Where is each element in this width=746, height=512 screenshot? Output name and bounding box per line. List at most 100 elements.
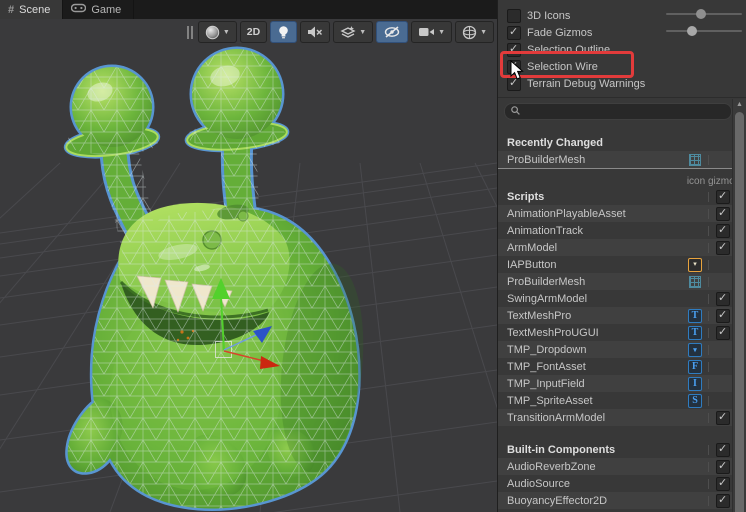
effects-dropdown-button[interactable]: ▼ xyxy=(333,21,374,43)
list-item[interactable]: TMP_Dropdown ▾ xyxy=(498,341,746,358)
recently-changed-header: Recently Changed xyxy=(507,137,603,149)
list-item[interactable]: TMP_FontAsset F xyxy=(498,358,746,375)
textmeshpro-icon[interactable]: T xyxy=(688,308,702,323)
probuilder-grid-icon[interactable] xyxy=(689,153,701,166)
3d-icons-size-slider[interactable] xyxy=(666,9,742,19)
list-item[interactable]: ProBuilderMesh xyxy=(498,273,746,290)
tab-scene[interactable]: # Scene xyxy=(0,0,64,19)
gizmo-checkbox[interactable] xyxy=(716,493,730,508)
gizmo-checkbox[interactable] xyxy=(716,206,730,221)
hidden-objects-toggle-button[interactable] xyxy=(376,21,409,43)
builtin-gizmo-all-checkbox[interactable] xyxy=(716,442,730,457)
textmeshpro-icon[interactable]: T xyxy=(688,325,702,340)
slider-thumb[interactable] xyxy=(687,26,697,36)
list-item[interactable]: ArmModel xyxy=(498,239,746,256)
2d-label: 2D xyxy=(246,26,261,38)
panel-scrollbar[interactable]: ▲ xyxy=(732,99,746,512)
3d-icons-checkbox[interactable] xyxy=(507,8,521,23)
tmp-fontasset-icon[interactable]: F xyxy=(688,359,702,374)
toolbar-drag-handle[interactable] xyxy=(186,25,194,39)
fade-gizmos-checkbox[interactable] xyxy=(507,25,521,40)
list-item-recent-probuildermesh[interactable]: ProBuilderMesh xyxy=(498,151,746,168)
section-divider xyxy=(498,97,746,98)
chevron-down-icon: ▼ xyxy=(359,28,367,36)
icon-column-label: icon xyxy=(686,175,706,187)
tab-game-label: Game xyxy=(91,3,122,16)
scroll-up-arrow-icon[interactable]: ▲ xyxy=(733,99,746,111)
gizmo-sphere-icon xyxy=(462,25,477,40)
list-item[interactable]: TransitionArmModel xyxy=(498,409,746,426)
gizmo-checkbox[interactable] xyxy=(716,325,730,340)
column-headers: icon gizmo xyxy=(498,174,746,188)
chevron-down-icon: ▼ xyxy=(480,28,487,36)
chevron-down-icon: ▼ xyxy=(222,28,230,36)
2d-toggle-button[interactable]: 2D xyxy=(239,21,268,43)
gizmo-checkbox[interactable] xyxy=(716,291,730,306)
option-selection-wire: Selection Wire xyxy=(498,58,746,75)
gizmos-panel: 3D Icons Fade Gizmos Selection Outline S… xyxy=(497,0,746,512)
fade-gizmos-slider[interactable] xyxy=(666,26,742,36)
list-item[interactable]: IAPButton ▾ xyxy=(498,256,746,273)
tmp-dropdown-icon[interactable]: ▾ xyxy=(688,342,702,357)
shaded-sphere-icon xyxy=(205,25,220,40)
list-item[interactable]: TMP_SpriteAsset S xyxy=(498,392,746,409)
option-label: 3D Icons xyxy=(527,9,571,22)
list-item[interactable]: TMP_InputField I xyxy=(498,375,746,392)
speaker-muted-icon xyxy=(307,25,323,39)
builtin-header-row: Built-in Components xyxy=(498,441,746,458)
slider-thumb[interactable] xyxy=(696,9,706,19)
gizmo-checkbox[interactable] xyxy=(716,410,730,425)
scene-view: # Scene Game ▼ 2D ▼ ▼ ▼ xyxy=(0,0,497,512)
selection-outline-checkbox[interactable] xyxy=(507,42,521,57)
option-selection-outline: Selection Outline xyxy=(498,41,746,58)
probuilder-grid-icon[interactable] xyxy=(689,275,701,288)
scrollbar-thumb[interactable] xyxy=(735,112,744,512)
camera-settings-button[interactable]: ▼ xyxy=(411,21,453,43)
gizmo-checkbox[interactable] xyxy=(716,459,730,474)
list-item[interactable]: AudioReverbZone xyxy=(498,458,746,475)
terrain-debug-warnings-checkbox[interactable] xyxy=(507,76,521,91)
scene-viewport[interactable] xyxy=(0,0,497,512)
tmp-inputfield-icon[interactable]: I xyxy=(688,376,702,391)
list-item[interactable]: AnimationTrack xyxy=(498,222,746,239)
gizmo-checkbox[interactable] xyxy=(716,476,730,491)
search-icon xyxy=(511,105,520,118)
unity-editor-window: # Scene Game ▼ 2D ▼ ▼ ▼ 3D Icons ✓ Fade … xyxy=(0,0,746,512)
selection-wire-checkbox[interactable] xyxy=(507,59,521,74)
list-item[interactable]: AnimationPlayableAsset xyxy=(498,205,746,222)
iap-button-icon[interactable]: ▾ xyxy=(688,257,702,272)
option-label: Terrain Debug Warnings xyxy=(527,77,646,90)
gamepad-icon xyxy=(71,3,87,16)
option-3d-icons: 3D Icons xyxy=(498,7,746,24)
row-label: ProBuilderMesh xyxy=(507,153,586,166)
lighting-toggle-button[interactable] xyxy=(270,21,298,43)
list-item[interactable]: BuoyancyEffector2D xyxy=(498,492,746,509)
column-divider xyxy=(708,154,709,165)
list-item[interactable]: SwingArmModel xyxy=(498,290,746,307)
gizmo-checkbox[interactable] xyxy=(716,308,730,323)
shading-mode-dropdown[interactable]: ▼ xyxy=(197,21,237,43)
gizmo-search-field[interactable] xyxy=(504,103,732,120)
option-label: Selection Outline xyxy=(527,43,611,56)
gizmo-checkbox[interactable] xyxy=(716,223,730,238)
tab-game[interactable]: Game xyxy=(63,0,135,19)
tab-scene-label: Scene xyxy=(19,3,51,16)
list-item[interactable]: TextMeshPro T xyxy=(498,307,746,324)
chevron-down-icon: ▼ xyxy=(438,28,446,36)
gizmo-checkbox[interactable] xyxy=(716,240,730,255)
gizmo-column-label: gizmo xyxy=(708,175,735,187)
tmp-spriteasset-icon[interactable]: S xyxy=(688,393,702,408)
list-item[interactable]: AudioSource xyxy=(498,475,746,492)
audio-mute-button[interactable] xyxy=(300,21,331,43)
option-label: Fade Gizmos xyxy=(527,26,593,39)
scene-toolbar: ▼ 2D ▼ ▼ ▼ xyxy=(186,21,494,43)
scene-grid-icon: # xyxy=(8,3,15,16)
list-item[interactable]: TextMeshProUGUI T xyxy=(498,324,746,341)
eye-slash-icon xyxy=(383,25,401,39)
search-input[interactable] xyxy=(524,106,725,117)
option-label: Selection Wire xyxy=(527,60,598,73)
view-tabbar: # Scene Game xyxy=(0,0,497,19)
light-bulb-icon xyxy=(277,25,290,40)
gizmos-dropdown-button[interactable]: ▼ xyxy=(455,21,494,43)
scripts-gizmo-all-checkbox[interactable] xyxy=(716,189,730,204)
